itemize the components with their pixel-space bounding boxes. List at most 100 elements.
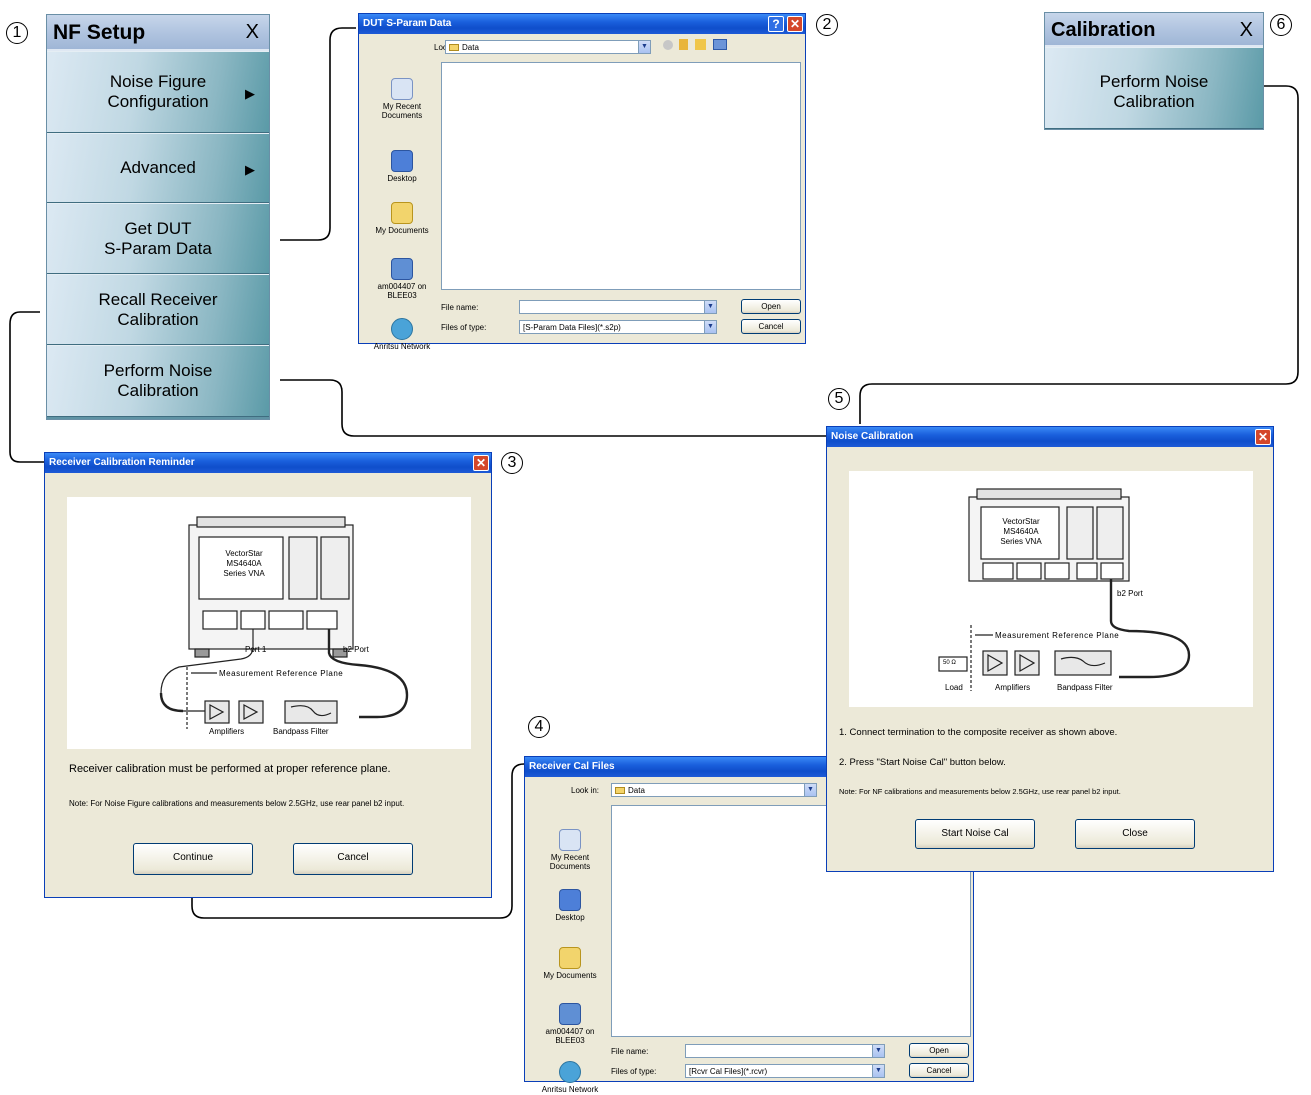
up-folder-icon[interactable]: [679, 39, 688, 50]
places-recent-label: My Recent Documents: [381, 102, 423, 120]
look-in-combo[interactable]: Data ▼: [445, 40, 651, 54]
look-in-value: Data: [462, 43, 479, 52]
load-box-label: 50 Ω: [943, 660, 956, 666]
desktop-icon: [391, 150, 413, 172]
perform-noise-cal-button[interactable]: Perform Noise Calibration: [1045, 47, 1263, 129]
chevron-down-icon[interactable]: ▼: [804, 784, 816, 796]
files-of-type-select[interactable]: [Rcvr Cal Files](*.rcvr) ▼: [685, 1064, 885, 1078]
files-of-type-select[interactable]: [S-Param Data Files](*.s2p) ▼: [519, 320, 717, 334]
cancel-button[interactable]: Cancel: [293, 843, 413, 875]
back-icon[interactable]: [663, 40, 673, 50]
amplifiers-label: Amplifiers: [995, 683, 1031, 692]
calibration-title-text: Calibration: [1051, 19, 1156, 41]
perform-noise-cal-label: Perform Noise Calibration: [103, 361, 213, 400]
chevron-down-icon[interactable]: ▼: [704, 321, 716, 333]
callout-2: 2: [816, 14, 838, 36]
instruction-step-1: 1. Connect termination to the composite …: [839, 727, 1118, 738]
chevron-down-icon[interactable]: ▼: [872, 1045, 884, 1057]
reference-plane-label: Measurement Reference Plane: [995, 631, 1120, 640]
places-my-documents-label: My Documents: [543, 971, 597, 980]
recall-receiver-cal-label: Recall Receiver Calibration: [98, 289, 218, 329]
network-icon: [391, 318, 413, 340]
files-of-type-label: Files of type:: [611, 1067, 657, 1076]
close-button[interactable]: Close: [1075, 819, 1195, 849]
close-icon[interactable]: ✕: [787, 16, 803, 32]
nf-setup-title: NF Setup X: [47, 15, 269, 51]
dialog-title-bar: Receiver Calibration Reminder ✕: [45, 453, 491, 473]
look-in-label: Look in:: [571, 786, 600, 795]
places-network-drive-label: am004407 on BLEE03: [545, 1027, 595, 1045]
dialog-title: Noise Calibration: [831, 431, 914, 442]
load-label: Load: [945, 683, 963, 692]
file-list[interactable]: [441, 62, 801, 290]
places-bar: My Recent Documents Desktop My Documents…: [535, 805, 605, 1095]
advanced-label: Advanced: [120, 158, 196, 177]
places-network-drive-label: am004407 on BLEE03: [377, 282, 427, 300]
perform-noise-cal-label: Perform Noise Calibration: [1099, 72, 1209, 111]
nf-setup-title-text: NF Setup: [53, 21, 146, 44]
help-icon[interactable]: ?: [768, 16, 784, 32]
file-name-input[interactable]: ▼: [519, 300, 717, 314]
recent-documents-icon: [559, 829, 581, 851]
get-dut-sparam-label: Get DUT S-Param Data: [104, 218, 212, 258]
bandpass-filter-label: Bandpass Filter: [273, 727, 329, 736]
start-noise-cal-button[interactable]: Start Noise Cal: [915, 819, 1035, 849]
places-network[interactable]: Anritsu Network: [535, 1061, 605, 1094]
places-network-label: Anritsu Network: [541, 1085, 599, 1094]
close-icon[interactable]: ✕: [473, 455, 489, 471]
look-in-combo[interactable]: Data ▼: [611, 783, 817, 797]
chevron-down-icon[interactable]: ▼: [704, 301, 716, 313]
continue-button[interactable]: Continue: [133, 843, 253, 875]
dialog-title: DUT S-Param Data: [363, 18, 452, 29]
places-network-drive[interactable]: am004407 on BLEE03: [535, 1003, 605, 1045]
cancel-button[interactable]: Cancel: [741, 319, 801, 334]
calibration-menu: Calibration X Perform Noise Calibration: [1044, 12, 1264, 130]
cancel-button[interactable]: Cancel: [909, 1063, 969, 1078]
places-network-drive[interactable]: am004407 on BLEE03: [367, 258, 437, 300]
places-recent-label: My Recent Documents: [549, 853, 591, 871]
close-icon[interactable]: X: [1240, 19, 1253, 42]
open-button[interactable]: Open: [909, 1043, 969, 1058]
perform-noise-cal-button[interactable]: Perform Noise Calibration: [47, 345, 269, 417]
my-documents-icon: [391, 202, 413, 224]
advanced-button[interactable]: Advanced ▶: [47, 133, 269, 203]
dialog-title: Receiver Calibration Reminder: [49, 457, 195, 468]
network-drive-icon: [391, 258, 413, 280]
places-my-documents[interactable]: My Documents: [367, 202, 437, 235]
close-icon[interactable]: ✕: [1255, 429, 1271, 445]
places-recent[interactable]: My Recent Documents: [367, 78, 437, 120]
dialog-title-bar: DUT S-Param Data ? ✕: [359, 14, 805, 34]
get-dut-sparam-button[interactable]: Get DUT S-Param Data: [47, 203, 269, 274]
view-menu-icon[interactable]: [713, 39, 727, 50]
noise-cal-note: Note: For NF calibrations and measuremen…: [839, 787, 1121, 796]
places-desktop[interactable]: Desktop: [367, 150, 437, 183]
file-name-input[interactable]: ▼: [685, 1044, 885, 1058]
dut-sparam-dialog: DUT S-Param Data ? ✕ Look in: Data ▼ My …: [358, 13, 806, 351]
places-desktop[interactable]: Desktop: [535, 889, 605, 922]
vna-noise-setup-illustration: [938, 488, 1191, 691]
open-button[interactable]: Open: [741, 299, 801, 314]
chevron-down-icon[interactable]: ▼: [872, 1065, 884, 1077]
file-name-label: File name:: [611, 1047, 649, 1056]
connection-diagram: VectorStar MS4640A Series VNA Port 1 b2 …: [67, 497, 471, 749]
noise-figure-config-button[interactable]: Noise Figure Configuration ▶: [47, 51, 269, 133]
submenu-arrow-icon: ▶: [245, 86, 255, 101]
files-of-type-value: [Rcvr Cal Files](*.rcvr): [689, 1067, 768, 1076]
recall-receiver-cal-button[interactable]: Recall Receiver Calibration: [47, 274, 269, 345]
places-desktop-label: Desktop: [555, 913, 585, 922]
new-folder-icon[interactable]: [695, 39, 706, 50]
dialog-title: Receiver Cal Files: [529, 761, 615, 772]
chevron-down-icon[interactable]: ▼: [638, 41, 650, 53]
places-my-documents[interactable]: My Documents: [535, 947, 605, 980]
close-icon[interactable]: X: [246, 21, 259, 44]
port1-label: Port 1: [245, 645, 267, 654]
network-icon: [559, 1061, 581, 1083]
places-network-label: Anritsu Network: [373, 342, 431, 351]
calibration-title: Calibration X: [1045, 13, 1263, 47]
desktop-icon: [559, 889, 581, 911]
places-network[interactable]: Anritsu Network: [367, 318, 437, 351]
noise-calibration-dialog: Noise Calibration ✕ VectorStar MS4640A S…: [826, 426, 1274, 872]
places-my-documents-label: My Documents: [375, 226, 429, 235]
places-recent[interactable]: My Recent Documents: [535, 829, 605, 871]
instruction-step-2: 2. Press "Start Noise Cal" button below.: [839, 757, 1006, 768]
